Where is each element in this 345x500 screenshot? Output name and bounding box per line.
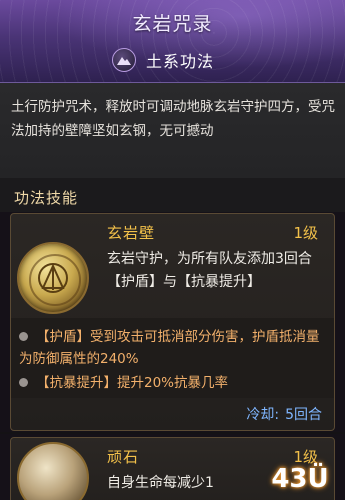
mountain-icon: [112, 48, 136, 72]
effect-text: 【抗暴提升】提升20%抗暴几率: [36, 375, 229, 391]
cooldown-value: 5回合: [285, 407, 322, 423]
skill-name: 玄岩壁: [107, 224, 156, 242]
watermark-logo: 43Ü: [271, 464, 329, 494]
skill-name: 顽石: [107, 448, 140, 466]
divider: [0, 432, 345, 434]
bullet-icon: [19, 377, 28, 387]
school-tag: 土系功法: [112, 47, 214, 73]
description-panel: 土行防护咒术，释放时可调动地脉玄岩守护四方，受咒法加持的壁障坚如玄钢，无可撼动: [0, 82, 345, 178]
cooldown: 冷却: 5回合: [246, 404, 322, 424]
section-title: 功法技能: [14, 189, 79, 207]
bullet-icon: [19, 331, 28, 341]
skill-level: 1级: [293, 224, 318, 242]
header-banner: 玄岩咒录 土系功法: [0, 0, 345, 82]
effect-text: 【护盾】受到攻击可抵消部分伤害，护盾抵消量为防御属性的240%: [19, 329, 320, 367]
stone-emblem-icon: [17, 442, 89, 500]
page-title: 玄岩咒录: [132, 13, 213, 35]
golden-seal-icon: [17, 242, 89, 314]
effect-item: 【抗暴提升】提升20%抗暴几率: [19, 372, 331, 394]
technique-description: 土行防护咒术，释放时可调动地脉玄岩守护四方，受咒法加持的壁障坚如玄钢，无可撼动: [11, 99, 335, 139]
skill-description: 玄岩守护，为所有队友添加3回合【护盾】与【抗暴提升】: [107, 251, 312, 290]
school-label: 土系功法: [146, 52, 215, 71]
effect-item: 【护盾】受到攻击可抵消部分伤害，护盾抵消量为防御属性的240%: [19, 326, 331, 370]
section-header: 功法技能: [0, 178, 345, 212]
skill-card[interactable]: 玄岩壁 1级 玄岩守护，为所有队友添加3回合【护盾】与【抗暴提升】 【护盾】受到…: [10, 213, 335, 431]
cooldown-label: 冷却:: [246, 407, 280, 423]
